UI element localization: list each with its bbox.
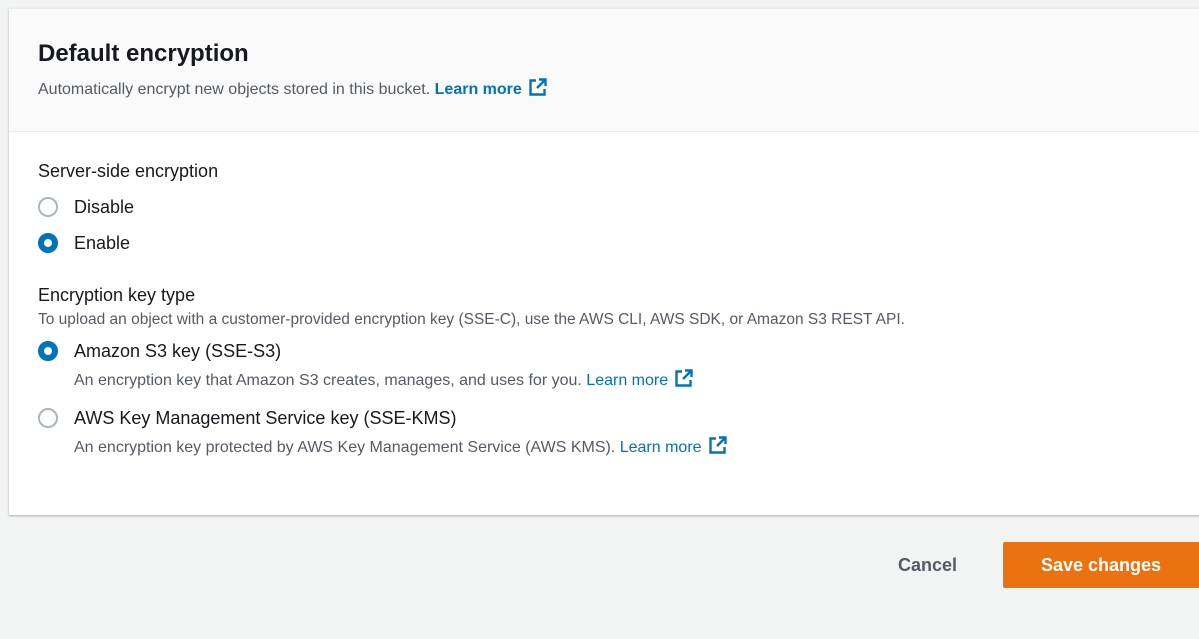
panel-title: Default encryption bbox=[38, 40, 249, 67]
radio-sse-s3[interactable]: Amazon S3 key (SSE-S3) An encryption key… bbox=[38, 340, 1199, 391]
radio-sse-kms-label: AWS Key Management Service key (SSE-KMS) bbox=[74, 408, 457, 428]
save-changes-button[interactable]: Save changes bbox=[1003, 542, 1199, 588]
server-side-encryption-label: Server-side encryption bbox=[38, 161, 219, 181]
sse-kms-learn-more-link[interactable]: Learn more bbox=[619, 436, 728, 456]
radio-disable-label: Disable bbox=[74, 197, 135, 217]
radio-enable-label: Enable bbox=[74, 233, 131, 253]
radio-disable-circle[interactable] bbox=[38, 197, 58, 217]
form-footer: Cancel Save changes bbox=[878, 542, 1199, 588]
radio-sse-kms-circle[interactable] bbox=[38, 408, 58, 428]
learn-more-label: Learn more bbox=[434, 81, 522, 98]
sse-kms-description-text: An encryption key protected by AWS Key M… bbox=[74, 439, 616, 456]
encryption-key-type-label: Encryption key type bbox=[38, 285, 196, 305]
radio-sse-kms[interactable]: AWS Key Management Service key (SSE-KMS)… bbox=[38, 407, 1199, 458]
sse-s3-learn-more-link[interactable]: Learn more bbox=[586, 369, 694, 389]
external-link-icon bbox=[708, 436, 727, 454]
sse-s3-learn-more-label: Learn more bbox=[586, 372, 669, 389]
external-link-icon bbox=[529, 78, 547, 96]
radio-sse-s3-description: An encryption key that Amazon S3 creates… bbox=[74, 368, 694, 391]
radio-sse-s3-circle[interactable] bbox=[38, 341, 58, 361]
panel-header: Default encryption Automatically encrypt… bbox=[9, 9, 1199, 132]
sse-s3-description-text: An encryption key that Amazon S3 creates… bbox=[74, 372, 582, 389]
external-link-icon bbox=[675, 369, 693, 387]
radio-sse-kms-content: AWS Key Management Service key (SSE-KMS)… bbox=[58, 407, 728, 458]
encryption-key-type-description: To upload an object with a customer-prov… bbox=[38, 311, 905, 328]
default-encryption-panel: Default encryption Automatically encrypt… bbox=[9, 8, 1199, 515]
cancel-button[interactable]: Cancel bbox=[878, 542, 977, 588]
learn-more-link[interactable]: Learn more bbox=[434, 78, 548, 98]
panel-description: Automatically encrypt new objects stored… bbox=[38, 77, 1199, 100]
radio-sse-s3-content: Amazon S3 key (SSE-S3) An encryption key… bbox=[58, 340, 694, 391]
radio-enable[interactable]: Enable bbox=[38, 232, 1199, 254]
radio-enable-circle[interactable] bbox=[38, 233, 58, 253]
radio-disable[interactable]: Disable bbox=[38, 196, 1199, 218]
radio-sse-s3-label: Amazon S3 key (SSE-S3) bbox=[74, 341, 282, 361]
sse-kms-learn-more-label: Learn more bbox=[619, 439, 702, 456]
panel-description-text: Automatically encrypt new objects stored… bbox=[38, 81, 431, 98]
panel-body: Server-side encryption Disable Enable En… bbox=[9, 132, 1199, 458]
radio-sse-kms-description: An encryption key protected by AWS Key M… bbox=[74, 435, 728, 458]
